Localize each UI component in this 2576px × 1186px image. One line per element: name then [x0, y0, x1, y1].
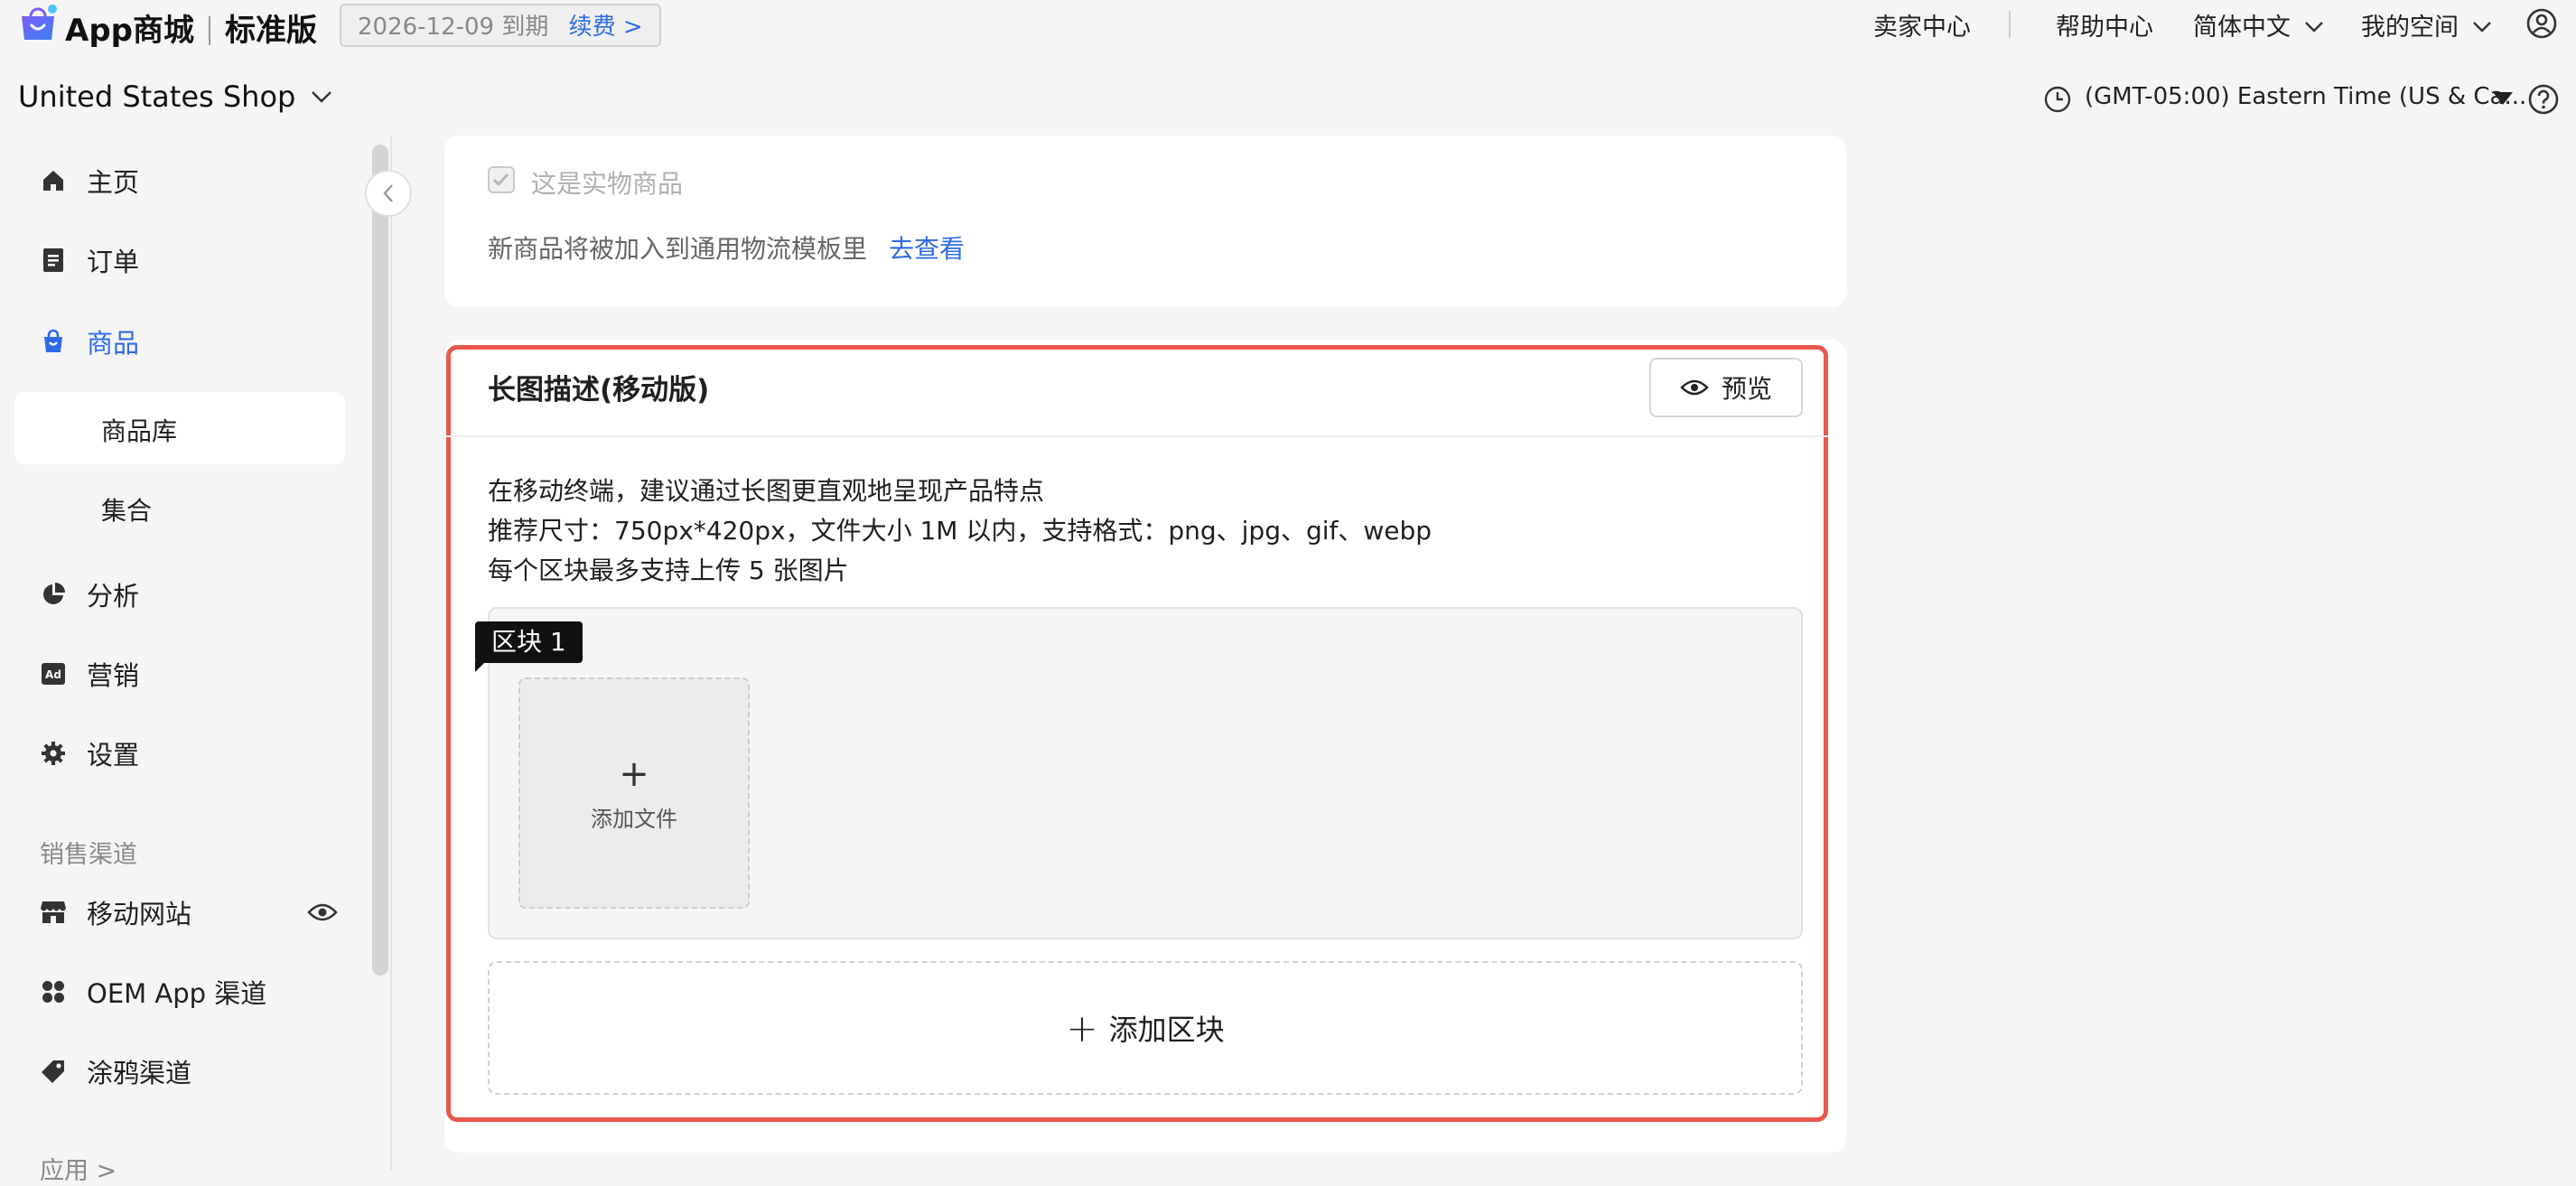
- sidebar-item-settings[interactable]: 设置: [40, 726, 139, 780]
- chevron-down-icon: [2472, 22, 2491, 33]
- svg-text:Ad: Ad: [45, 668, 61, 681]
- orders-icon: [40, 247, 67, 274]
- physical-product-label: 这是实物商品: [531, 169, 684, 199]
- physical-product-checkbox[interactable]: [488, 166, 515, 193]
- user-avatar-icon[interactable]: [2525, 7, 2558, 40]
- eye-icon[interactable]: [307, 901, 338, 923]
- add-file-label: 添加文件: [591, 806, 677, 832]
- physical-product-card: [444, 135, 1846, 307]
- sidebar-item-label: 商品: [87, 328, 140, 359]
- home-icon: [40, 167, 67, 194]
- block-tag: 区块 1: [475, 621, 583, 663]
- help-center-link[interactable]: 帮助中心: [2056, 7, 2153, 42]
- chevron-down-icon: [311, 91, 331, 103]
- description-line: 每个区块最多支持上传 5 张图片: [488, 556, 849, 585]
- logistics-text: 新商品将被加入到通用物流模板里: [488, 234, 868, 264]
- card-title: 长图描述(移动版): [488, 374, 710, 406]
- help-icon[interactable]: [2527, 83, 2560, 116]
- sales-channels-heading: 销售渠道: [40, 841, 137, 869]
- my-space-dropdown[interactable]: 我的空间: [2361, 7, 2492, 42]
- card-header-divider: [446, 435, 1828, 437]
- brand-separator: [209, 16, 210, 45]
- renew-link[interactable]: 续费 >: [569, 14, 643, 41]
- brand-title: App商城 标准版: [65, 5, 317, 50]
- analytics-icon: [40, 581, 67, 608]
- sidebar-item-products[interactable]: 商品: [40, 314, 139, 369]
- sidebar-item-label: OEM App 渠道: [87, 978, 267, 1009]
- sidebar-item-orders[interactable]: 订单: [40, 233, 139, 287]
- apps-heading[interactable]: 应用 >: [40, 1151, 117, 1186]
- eye-icon: [1680, 378, 1709, 397]
- nav-divider: [2009, 11, 2011, 38]
- sidebar-item-home[interactable]: 主页: [40, 154, 139, 208]
- chevron-left-icon: [383, 184, 393, 202]
- brand-name: App商城: [65, 13, 194, 49]
- shop-name: United States Shop: [18, 79, 296, 114]
- sidebar-collapse-button[interactable]: [365, 170, 412, 217]
- description-line: 在移动终端，建议通过长图更直观地呈现产品特点: [488, 476, 1045, 506]
- store-icon: [40, 899, 67, 926]
- chevron-down-icon: [2304, 22, 2323, 33]
- language-dropdown[interactable]: 简体中文: [2193, 7, 2324, 42]
- plus-icon: +: [619, 752, 649, 795]
- my-space-label: 我的空间: [2361, 14, 2459, 42]
- sidebar-subitem-collections[interactable]: 集合: [101, 491, 152, 528]
- expiry-badge: 2026-12-09 到期 续费 >: [340, 4, 661, 47]
- shop-selector[interactable]: United States Shop: [18, 79, 332, 114]
- language-label: 简体中文: [2193, 14, 2291, 42]
- preview-label: 预览: [1721, 374, 1772, 404]
- sidebar-item-oem-app[interactable]: OEM App 渠道: [40, 965, 266, 1019]
- sidebar-subitem-product-library[interactable]: 商品库: [101, 412, 177, 448]
- products-icon: [40, 328, 67, 355]
- check-icon: [492, 173, 509, 187]
- sidebar-item-mobile-site[interactable]: 移动网站: [40, 885, 191, 939]
- sidebar-border: [390, 135, 392, 1171]
- timezone-selector[interactable]: (GMT-05:00) Eastern Time (US & Ca...: [2085, 83, 2526, 110]
- sidebar-item-marketing[interactable]: Ad 营销: [40, 647, 139, 701]
- app-logo-icon: [22, 5, 57, 40]
- sidebar-scrollbar[interactable]: [372, 145, 388, 976]
- sidebar-item-label: 订单: [87, 247, 140, 277]
- logistics-note: 新商品将被加入到通用物流模板里 去查看: [488, 229, 965, 266]
- sidebar-item-label: 移动网站: [87, 899, 192, 929]
- brand-edition: 标准版: [225, 13, 317, 49]
- add-block-button[interactable]: + 添加区块: [488, 961, 1803, 1095]
- view-logistics-link[interactable]: 去查看: [889, 234, 965, 264]
- sidebar-item-label: 分析: [87, 581, 140, 612]
- sidebar-item-label: 设置: [87, 740, 140, 770]
- gear-icon: [40, 740, 67, 767]
- plus-icon: +: [1066, 1005, 1098, 1051]
- sub-item-active-bg: [14, 392, 345, 464]
- expiry-date: 2026-12-09 到期: [358, 14, 549, 41]
- ad-icon: Ad: [40, 660, 67, 687]
- clock-icon: [2044, 86, 2071, 113]
- apps-icon: [40, 978, 67, 1005]
- add-block-label: 添加区块: [1108, 1013, 1225, 1047]
- sidebar-item-label: 营销: [87, 660, 140, 691]
- sidebar-item-label: 主页: [87, 167, 140, 198]
- description-line: 推荐尺寸：750px*420px，文件大小 1M 以内，支持格式：png、jpg…: [488, 516, 1433, 546]
- seller-center-link[interactable]: 卖家中心: [1873, 7, 1971, 42]
- add-file-button[interactable]: + 添加文件: [518, 677, 750, 909]
- sidebar-item-analytics[interactable]: 分析: [40, 567, 139, 621]
- sidebar-item-label: 涂鸦渠道: [87, 1058, 192, 1088]
- caret-down-icon[interactable]: [2493, 92, 2513, 105]
- sidebar-item-graffiti[interactable]: 涂鸦渠道: [40, 1044, 191, 1098]
- tag-icon: [40, 1058, 67, 1085]
- preview-button[interactable]: 预览: [1649, 358, 1803, 417]
- block-tag-tail: [475, 661, 486, 672]
